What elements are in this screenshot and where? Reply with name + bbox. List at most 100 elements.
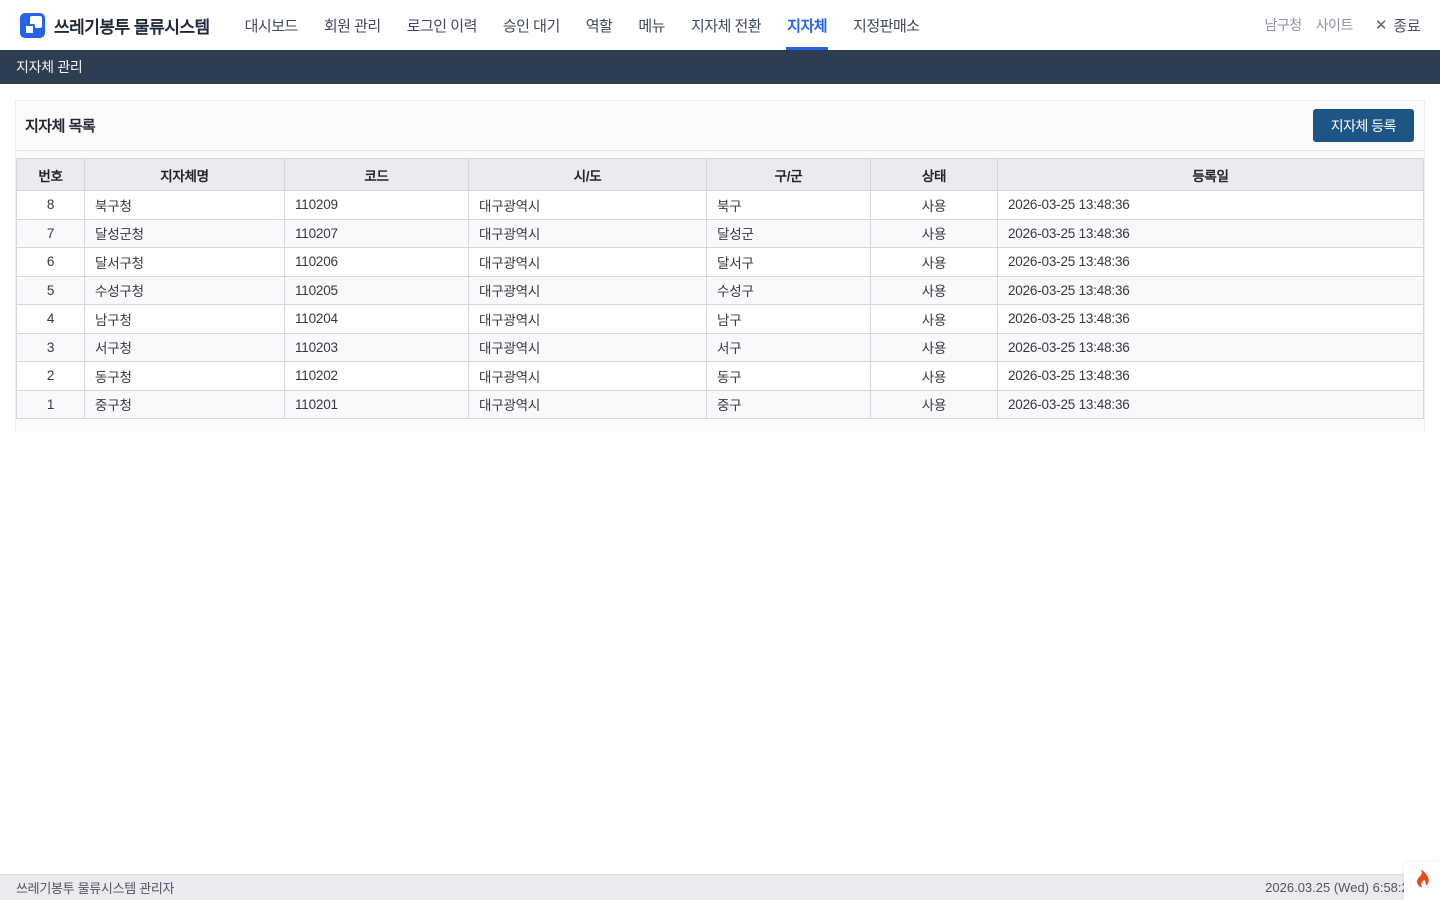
cell-코드: 110202 (285, 362, 469, 391)
cell-상태: 사용 (871, 276, 998, 305)
cell-번호: 6 (17, 248, 85, 277)
nav-item-6[interactable]: 지자체 전환 (678, 0, 774, 50)
cell-등록일: 2026-03-25 13:48:36 (998, 333, 1424, 362)
cell-번호: 2 (17, 362, 85, 391)
cell-구/군: 중구 (707, 390, 871, 419)
column-header-3: 시/도 (469, 159, 707, 191)
column-header-0: 번호 (17, 159, 85, 191)
debug-toolbar-button[interactable] (1404, 862, 1440, 900)
cell-지자체명: 중구청 (85, 390, 285, 419)
cell-코드: 110205 (285, 276, 469, 305)
cell-번호: 7 (17, 219, 85, 248)
cell-번호: 1 (17, 390, 85, 419)
cell-구/군: 남구 (707, 305, 871, 334)
cell-시/도: 대구광역시 (469, 248, 707, 277)
cell-코드: 110201 (285, 390, 469, 419)
cell-지자체명: 달성군청 (85, 219, 285, 248)
list-card-header: 지자체 목록 지자체 등록 (16, 101, 1424, 151)
cell-시/도: 대구광역시 (469, 191, 707, 220)
cell-등록일: 2026-03-25 13:48:36 (998, 276, 1424, 305)
cell-지자체명: 남구청 (85, 305, 285, 334)
cell-시/도: 대구광역시 (469, 362, 707, 391)
cell-시/도: 대구광역시 (469, 276, 707, 305)
main-nav: 대시보드회원 관리로그인 이력승인 대기역할메뉴지자체 전환지자체지정판매소 (232, 0, 933, 50)
nav-item-8[interactable]: 지정판매소 (840, 0, 933, 50)
table-row[interactable]: 8북구청110209대구광역시북구사용2026-03-25 13:48:36 (17, 191, 1424, 220)
cell-구/군: 달성군 (707, 219, 871, 248)
site-link[interactable]: 사이트 (1316, 15, 1353, 35)
column-header-6: 등록일 (998, 159, 1424, 191)
cell-코드: 110209 (285, 191, 469, 220)
cell-등록일: 2026-03-25 13:48:36 (998, 390, 1424, 419)
nav-item-5[interactable]: 메뉴 (625, 0, 678, 50)
nav-item-2[interactable]: 로그인 이력 (394, 0, 490, 50)
logout-label: 종료 (1393, 15, 1420, 36)
cell-상태: 사용 (871, 219, 998, 248)
nav-item-4[interactable]: 역할 (573, 0, 626, 50)
nav-item-1[interactable]: 회원 관리 (311, 0, 394, 50)
column-header-2: 코드 (285, 159, 469, 191)
cell-상태: 사용 (871, 362, 998, 391)
cell-등록일: 2026-03-25 13:48:36 (998, 305, 1424, 334)
table-row[interactable]: 4남구청110204대구광역시남구사용2026-03-25 13:48:36 (17, 305, 1424, 334)
cell-번호: 8 (17, 191, 85, 220)
cell-지자체명: 달서구청 (85, 248, 285, 277)
section-title: 지자체 목록 (25, 115, 95, 136)
table-row[interactable]: 6달서구청110206대구광역시달서구사용2026-03-25 13:48:36 (17, 248, 1424, 277)
logout-button[interactable]: ✕ 종료 (1375, 15, 1420, 36)
brand[interactable]: 쓰레기봉투 물류시스템 (20, 13, 210, 38)
footer-admin-label: 쓰레기봉투 물류시스템 관리자 (16, 878, 174, 897)
cell-시/도: 대구광역시 (469, 333, 707, 362)
cell-지자체명: 북구청 (85, 191, 285, 220)
table-row[interactable]: 3서구청110203대구광역시서구사용2026-03-25 13:48:36 (17, 333, 1424, 362)
nav-item-0[interactable]: 대시보드 (232, 0, 311, 50)
cell-구/군: 북구 (707, 191, 871, 220)
cell-번호: 3 (17, 333, 85, 362)
cell-번호: 5 (17, 276, 85, 305)
header-right: 남구청 사이트 ✕ 종료 (1265, 15, 1420, 36)
app-logo-icon (20, 13, 45, 38)
cell-등록일: 2026-03-25 13:48:36 (998, 219, 1424, 248)
cell-코드: 110207 (285, 219, 469, 248)
cell-구/군: 서구 (707, 333, 871, 362)
list-card: 지자체 목록 지자체 등록 번호지자체명코드시/도구/군상태등록일 8북구청11… (15, 100, 1425, 433)
current-org-label: 남구청 (1265, 15, 1302, 35)
table-row[interactable]: 2동구청110202대구광역시동구사용2026-03-25 13:48:36 (17, 362, 1424, 391)
cell-등록일: 2026-03-25 13:48:36 (998, 362, 1424, 391)
brand-title: 쓰레기봉투 물류시스템 (54, 13, 210, 38)
top-header: 쓰레기봉투 물류시스템 대시보드회원 관리로그인 이력승인 대기역할메뉴지자체 … (0, 0, 1440, 50)
cell-등록일: 2026-03-25 13:48:36 (998, 248, 1424, 277)
cell-코드: 110206 (285, 248, 469, 277)
cell-시/도: 대구광역시 (469, 305, 707, 334)
cell-번호: 4 (17, 305, 85, 334)
table-container: 번호지자체명코드시/도구/군상태등록일 8북구청110209대구광역시북구사용2… (16, 151, 1424, 433)
nav-item-7[interactable]: 지자체 (774, 0, 840, 50)
cell-상태: 사용 (871, 191, 998, 220)
register-button[interactable]: 지자체 등록 (1313, 109, 1414, 142)
table-header-row: 번호지자체명코드시/도구/군상태등록일 (17, 159, 1424, 191)
page-title: 지자체 관리 (16, 57, 83, 77)
table-row[interactable]: 5수성구청110205대구광역시수성구사용2026-03-25 13:48:36 (17, 276, 1424, 305)
table-row[interactable]: 1중구청110201대구광역시중구사용2026-03-25 13:48:36 (17, 390, 1424, 419)
cell-상태: 사용 (871, 390, 998, 419)
cell-상태: 사용 (871, 333, 998, 362)
close-icon: ✕ (1375, 18, 1388, 33)
nav-item-3[interactable]: 승인 대기 (490, 0, 573, 50)
cell-시/도: 대구광역시 (469, 219, 707, 248)
cell-코드: 110203 (285, 333, 469, 362)
cell-구/군: 수성구 (707, 276, 871, 305)
table-row[interactable]: 7달성군청110207대구광역시달성군사용2026-03-25 13:48:36 (17, 219, 1424, 248)
flame-icon (1412, 869, 1432, 893)
cell-시/도: 대구광역시 (469, 390, 707, 419)
cell-지자체명: 수성구청 (85, 276, 285, 305)
cell-등록일: 2026-03-25 13:48:36 (998, 191, 1424, 220)
footer-clock: 2026.03.25 (Wed) 6:58:21 (1265, 880, 1416, 895)
cell-상태: 사용 (871, 248, 998, 277)
page-header-bar: 지자체 관리 (0, 50, 1440, 84)
municipality-table: 번호지자체명코드시/도구/군상태등록일 8북구청110209대구광역시북구사용2… (16, 158, 1424, 419)
column-header-4: 구/군 (707, 159, 871, 191)
status-footer: 쓰레기봉투 물류시스템 관리자 2026.03.25 (Wed) 6:58:21 (0, 874, 1440, 900)
cell-구/군: 달서구 (707, 248, 871, 277)
cell-지자체명: 서구청 (85, 333, 285, 362)
cell-지자체명: 동구청 (85, 362, 285, 391)
